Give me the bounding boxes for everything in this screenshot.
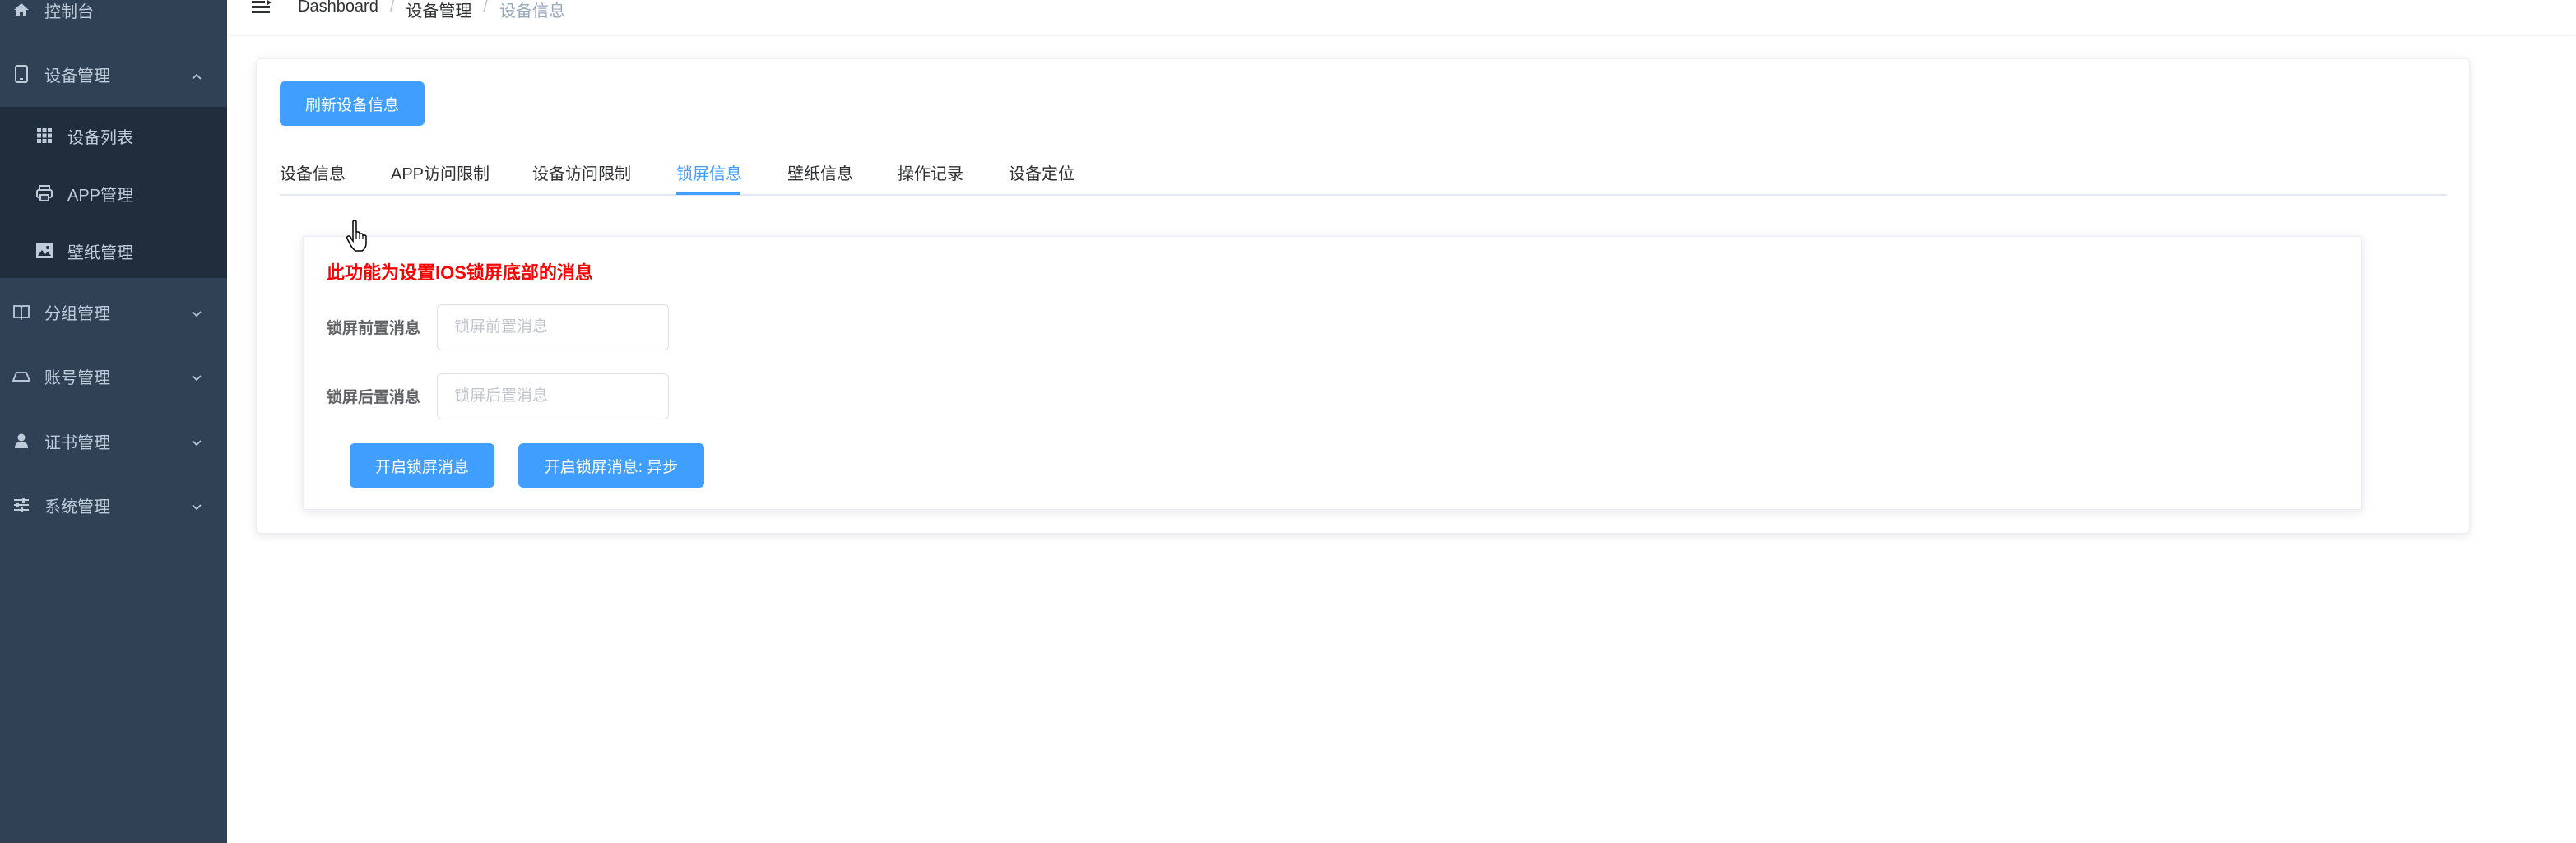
device-submenu: 设备列表 APP管理 壁纸管理 [0, 107, 227, 278]
refresh-device-info-button[interactable]: 刷新设备信息 [280, 81, 425, 126]
sidebar-item-label: APP管理 [67, 186, 134, 205]
breadcrumb-item-current: 设备信息 [499, 2, 565, 21]
breadcrumb-item-dashboard[interactable]: Dashboard [298, 0, 378, 21]
sidebar-item-device-management[interactable]: 设备管理 [0, 42, 227, 106]
sidebar: 控制台 设备管理 设备列表 APP管理 壁纸管理 分组管理 账号管理 证书管理 … [0, 0, 227, 843]
tab-app-access-limit[interactable]: APP访问限制 [391, 161, 490, 196]
chevron-down-icon [191, 499, 202, 511]
device-info-card: 刷新设备信息 设备信息 APP访问限制 设备访问限制 锁屏信息 壁纸信息 操作记… [256, 58, 2470, 534]
hand-cursor-icon [346, 220, 370, 253]
tab-operation-log[interactable]: 操作记录 [898, 161, 963, 196]
sidebar-item-device-list[interactable]: 设备列表 [0, 107, 227, 164]
breadcrumb: Dashboard / 设备管理 / 设备信息 [298, 0, 565, 21]
sidebar-item-label: 控制台 [44, 2, 94, 21]
sidebar-item-group-management[interactable]: 分组管理 [0, 280, 227, 344]
grid-icon [35, 126, 54, 146]
lock-screen-notice: 此功能为设置IOS锁屏底部的消息 [327, 262, 593, 283]
image-icon [35, 241, 54, 261]
sidebar-item-label: 证书管理 [44, 433, 110, 452]
chevron-down-icon [191, 370, 202, 382]
hamburger-icon[interactable] [252, 0, 273, 13]
front-message-input[interactable] [437, 304, 669, 350]
enable-lock-message-button[interactable]: 开启锁屏消息 [350, 443, 494, 488]
sidebar-item-label: 账号管理 [44, 368, 110, 387]
back-message-label: 锁屏后置消息 [327, 389, 421, 406]
chevron-down-icon [191, 306, 202, 317]
tab-device-location[interactable]: 设备定位 [1009, 161, 1074, 196]
sidebar-item-app-management[interactable]: APP管理 [0, 164, 227, 222]
sliders-icon [12, 495, 31, 515]
printer-icon [35, 183, 54, 203]
sidebar-item-certificate-management[interactable]: 证书管理 [0, 409, 227, 473]
tab-device-access-limit[interactable]: 设备访问限制 [532, 161, 631, 196]
sidebar-item-label: 分组管理 [44, 304, 110, 323]
lock-screen-panel: 此功能为设置IOS锁屏底部的消息 锁屏前置消息 锁屏后置消息 开启锁屏消息 开启… [303, 236, 2362, 510]
sidebar-item-wallpaper-management[interactable]: 壁纸管理 [0, 222, 227, 280]
sidebar-item-label: 设备管理 [44, 67, 110, 86]
book-icon [12, 302, 31, 322]
enable-lock-message-async-button[interactable]: 开启锁屏消息: 异步 [518, 443, 704, 488]
sidebar-item-system-management[interactable]: 系统管理 [0, 473, 227, 537]
tab-lock-screen-info[interactable]: 锁屏信息 [676, 161, 742, 196]
breadcrumb-separator: / [483, 0, 488, 16]
chevron-down-icon [191, 435, 202, 447]
sidebar-item-dashboard[interactable]: 控制台 [0, 0, 227, 42]
user-icon [12, 431, 31, 451]
front-message-label: 锁屏前置消息 [327, 320, 421, 337]
sidebar-item-account-management[interactable]: 账号管理 [0, 344, 227, 408]
chevron-up-icon [191, 68, 202, 80]
tab-device-info[interactable]: 设备信息 [280, 161, 346, 196]
breadcrumb-item-device-management[interactable]: 设备管理 [406, 0, 471, 21]
tab-wallpaper-info[interactable]: 壁纸信息 [787, 161, 853, 196]
sidebar-item-label: 系统管理 [44, 498, 110, 516]
back-message-input[interactable] [437, 373, 669, 419]
tray-icon [12, 366, 31, 386]
sidebar-item-label: 设备列表 [67, 128, 133, 147]
tabs: 设备信息 APP访问限制 设备访问限制 锁屏信息 壁纸信息 操作记录 设备定位 [280, 161, 2447, 196]
breadcrumb-separator: / [389, 0, 395, 16]
sidebar-item-label: 壁纸管理 [67, 243, 133, 262]
active-tab-indicator [676, 192, 740, 195]
top-navbar: Dashboard / 设备管理 / 设备信息 [227, 0, 2576, 35]
home-icon [12, 0, 31, 20]
tablet-icon [12, 64, 31, 84]
